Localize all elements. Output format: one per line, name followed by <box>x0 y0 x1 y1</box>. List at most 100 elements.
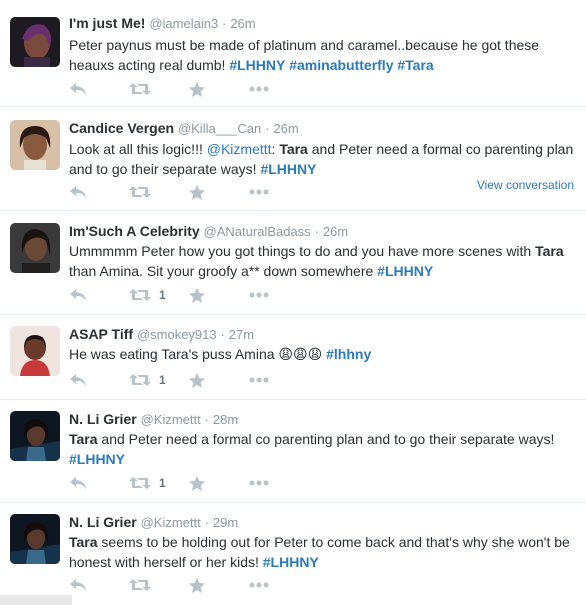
avatar[interactable] <box>10 326 60 376</box>
tweet-text-part: than Amina. Sit your groofy a** down som… <box>69 263 378 279</box>
tweet-actions: 1 <box>69 475 309 491</box>
tweet-actions <box>69 81 309 97</box>
tweet[interactable]: Candice Vergen @Killa___Can · 26m Look a… <box>0 107 586 211</box>
username[interactable]: @ANaturalBadass <box>204 224 311 239</box>
reply-button[interactable] <box>69 185 129 199</box>
tweet-header: I'm just Me! @iamelain3 · 26m <box>69 14 256 33</box>
favorite-icon <box>189 577 205 593</box>
timestamp[interactable]: 26m <box>323 224 348 239</box>
favorite-button[interactable] <box>189 81 249 97</box>
tweet-text: Tara seems to be holding out for Peter t… <box>69 532 574 572</box>
retweet-icon <box>129 186 151 198</box>
timestamp[interactable]: 29m <box>213 515 238 530</box>
username[interactable]: @Kizmettt <box>141 515 201 530</box>
retweet-icon <box>129 477 151 489</box>
retweet-count: 1 <box>159 476 166 490</box>
retweet-button[interactable] <box>129 185 189 199</box>
more-button[interactable] <box>249 189 309 195</box>
more-icon <box>249 292 269 298</box>
retweet-button[interactable]: 1 <box>129 476 189 490</box>
username[interactable]: @Kizmettt <box>141 412 201 427</box>
more-icon <box>249 582 269 588</box>
reply-button[interactable] <box>69 373 129 387</box>
timestamp[interactable]: 28m <box>213 412 238 427</box>
username[interactable]: @smokey913 <box>137 327 217 342</box>
weary-face-emoji: 😩😩😩 <box>278 347 323 363</box>
tweet-header: Candice Vergen @Killa___Can · 26m <box>69 119 299 138</box>
tweet[interactable]: ASAP Tiff @smokey913 · 27m He was eating… <box>0 315 586 400</box>
retweet-button[interactable] <box>129 82 189 96</box>
tweet[interactable]: I'm just Me! @iamelain3 · 26m Peter payn… <box>0 0 586 107</box>
tweet-header: ASAP Tiff @smokey913 · 27m <box>69 325 254 344</box>
more-button[interactable] <box>249 292 309 298</box>
retweet-button[interactable]: 1 <box>129 288 189 302</box>
separator: · <box>314 224 319 239</box>
reply-icon <box>70 83 86 95</box>
tweet-header: N. Li Grier @Kizmettt · 28m <box>69 410 238 429</box>
timestamp[interactable]: 26m <box>273 121 298 136</box>
hashtag[interactable]: #LHHNY <box>69 451 125 467</box>
display-name[interactable]: Candice Vergen <box>69 120 174 136</box>
tweet-text-part: Look at all this logic!!! <box>69 141 207 157</box>
tweet-text-part: He was eating Tara's puss Amina <box>69 346 279 362</box>
reply-button[interactable] <box>69 578 129 592</box>
more-button[interactable] <box>249 480 309 486</box>
horizontal-scrollbar[interactable] <box>0 595 72 605</box>
retweet-button[interactable] <box>129 578 189 592</box>
bold-term: Tara <box>535 243 564 259</box>
favorite-button[interactable] <box>189 287 249 303</box>
display-name[interactable]: Im'Such A Celebrity <box>69 223 200 239</box>
favorite-button[interactable] <box>189 184 249 200</box>
favorite-icon <box>189 287 205 303</box>
more-button[interactable] <box>249 582 309 588</box>
retweet-icon <box>129 579 151 591</box>
favorite-icon <box>189 81 205 97</box>
display-name[interactable]: I'm just Me! <box>69 15 145 31</box>
tweet[interactable]: N. Li Grier @Kizmettt · 28m Tara and Pet… <box>0 400 586 503</box>
view-conversation-link[interactable]: View conversation <box>477 178 574 192</box>
username[interactable]: @Killa___Can <box>178 121 261 136</box>
avatar[interactable] <box>10 411 60 461</box>
favorite-button[interactable] <box>189 577 249 593</box>
favorite-button[interactable] <box>189 475 249 491</box>
display-name[interactable]: N. Li Grier <box>69 514 137 530</box>
separator: · <box>220 327 225 342</box>
hashtag[interactable]: #LHHNY <box>377 263 433 279</box>
avatar[interactable] <box>10 514 60 564</box>
retweet-count: 1 <box>159 373 166 387</box>
more-button[interactable] <box>249 86 309 92</box>
reply-button[interactable] <box>69 476 129 490</box>
favorite-button[interactable] <box>189 372 249 388</box>
avatar[interactable] <box>10 223 60 273</box>
display-name[interactable]: ASAP Tiff <box>69 326 133 342</box>
reply-button[interactable] <box>69 288 129 302</box>
reply-button[interactable] <box>69 82 129 96</box>
hashtag[interactable]: #Tara <box>397 57 433 73</box>
more-icon <box>249 86 269 92</box>
more-icon <box>249 480 269 486</box>
favorite-icon <box>189 475 205 491</box>
tweet[interactable]: Im'Such A Celebrity @ANaturalBadass · 26… <box>0 211 586 315</box>
tweet-text-part: Ummmmm Peter how you got things to do an… <box>69 243 536 259</box>
tweet[interactable]: N. Li Grier @Kizmettt · 29m Tara seems t… <box>0 503 586 605</box>
username[interactable]: @iamelain3 <box>149 16 218 31</box>
hashtag[interactable]: #lhhny <box>326 346 371 362</box>
tweet-text: He was eating Tara's puss Amina 😩😩😩 #lhh… <box>69 344 574 365</box>
tweet-text: Tara and Peter need a formal co parentin… <box>69 429 574 469</box>
hashtag[interactable]: #LHHNY <box>260 161 316 177</box>
retweet-icon <box>129 289 151 301</box>
hashtag[interactable]: #LHHNY <box>229 57 285 73</box>
avatar[interactable] <box>10 120 60 170</box>
timestamp[interactable]: 26m <box>230 16 255 31</box>
favorite-icon <box>189 184 205 200</box>
timestamp[interactable]: 27m <box>229 327 254 342</box>
more-button[interactable] <box>249 377 309 383</box>
hashtag[interactable]: #LHHNY <box>263 554 319 570</box>
display-name[interactable]: N. Li Grier <box>69 411 137 427</box>
avatar[interactable] <box>10 17 60 67</box>
hashtag[interactable]: #aminabutterfly <box>289 57 393 73</box>
tweet-header: N. Li Grier @Kizmettt · 29m <box>69 513 238 532</box>
tweet-actions: 1 <box>69 287 309 303</box>
mention[interactable]: @Kizmettt <box>207 141 272 157</box>
retweet-button[interactable]: 1 <box>129 373 189 387</box>
